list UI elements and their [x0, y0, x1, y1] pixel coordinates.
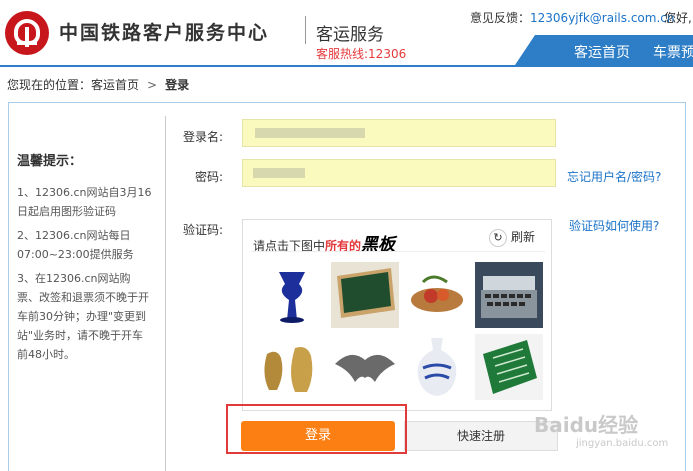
breadcrumb-home[interactable]: 客运首页: [91, 78, 139, 92]
captcha-image-vase-blue[interactable]: [257, 262, 325, 328]
captcha-image-porcelain-vase[interactable]: [403, 334, 471, 400]
captcha-image-fruit[interactable]: [403, 262, 471, 328]
baidu-watermark: Baidu经验: [534, 413, 639, 437]
captcha-image-ancient-vases[interactable]: [257, 334, 325, 400]
hotline: 客服热线:12306: [316, 47, 407, 61]
refresh-label: 刷新: [511, 230, 536, 244]
masked-username: [255, 128, 365, 138]
username-input[interactable]: [242, 119, 556, 147]
header-divider: [305, 16, 306, 44]
captcha-label: 验证码:: [182, 223, 223, 237]
tip-item: 1、12306.cn网站自3月16日起启用图形验证码: [17, 186, 152, 218]
password-label: 密码:: [194, 170, 223, 184]
tip-item: 2、12306.cn网站每日07:00~23:00提供服务: [17, 229, 134, 261]
masked-password: [253, 168, 305, 178]
tips-section: 温馨提示： 1、12306.cn网站自3月16日起启用图形验证码 2、12306…: [17, 150, 152, 369]
forgot-password-link[interactable]: 忘记用户名/密码?: [567, 168, 661, 185]
nav-item-tickets[interactable]: 车票预: [653, 42, 693, 62]
greeting: 您好,: [664, 11, 692, 25]
breadcrumb-prefix: 您现在的位置：: [7, 78, 92, 92]
captcha-target-word: 黑板: [361, 235, 396, 255]
service-title: 客运服务: [316, 25, 384, 45]
breadcrumb: 您现在的位置：客运首页 > 登录: [7, 76, 189, 93]
captcha-image-blackboard-green[interactable]: [475, 334, 543, 400]
nav-item-home[interactable]: 客运首页: [574, 42, 630, 62]
captcha-help-link[interactable]: 验证码如何使用?: [569, 217, 659, 234]
captcha-divider: [251, 251, 545, 252]
captcha-refresh-button[interactable]: ↻ 刷新: [489, 228, 535, 247]
tip-item: 3、在12306.cn网站购票、改签和退票须不晚于开车前30分钟；办理"变更到站…: [17, 272, 149, 361]
highlight-box: [226, 404, 407, 454]
tips-title: 温馨提示：: [17, 154, 83, 169]
feedback-label: 意见反馈：: [470, 11, 531, 25]
captcha-box: 请点击下图中所有的黑板 ↻ 刷新: [242, 219, 552, 411]
username-label: 登录名:: [182, 130, 223, 144]
site-brand[interactable]: 中国铁路客户服务中心: [59, 18, 269, 45]
baidu-watermark-url: jingyan.baidu.com: [576, 438, 669, 449]
breadcrumb-current: 登录: [165, 78, 190, 92]
feedback: 意见反馈：12306yjfk@rails.com.cn: [470, 9, 674, 26]
captcha-image-typewriter[interactable]: [475, 262, 543, 328]
breadcrumb-separator: >: [147, 78, 158, 92]
site-header: 中国铁路客户服务中心 客运服务 客服热线:12306 意见反馈：12306yjf…: [0, 0, 693, 67]
captcha-image-bat-figure[interactable]: [331, 334, 399, 400]
feedback-email-link[interactable]: 12306yjfk@rails.com.cn: [530, 11, 674, 25]
refresh-icon: ↻: [489, 229, 507, 247]
railway-logo-icon: [5, 11, 49, 55]
captcha-image-blackboard[interactable]: [331, 262, 399, 328]
header-underline: [0, 65, 693, 67]
password-input[interactable]: [242, 159, 556, 187]
